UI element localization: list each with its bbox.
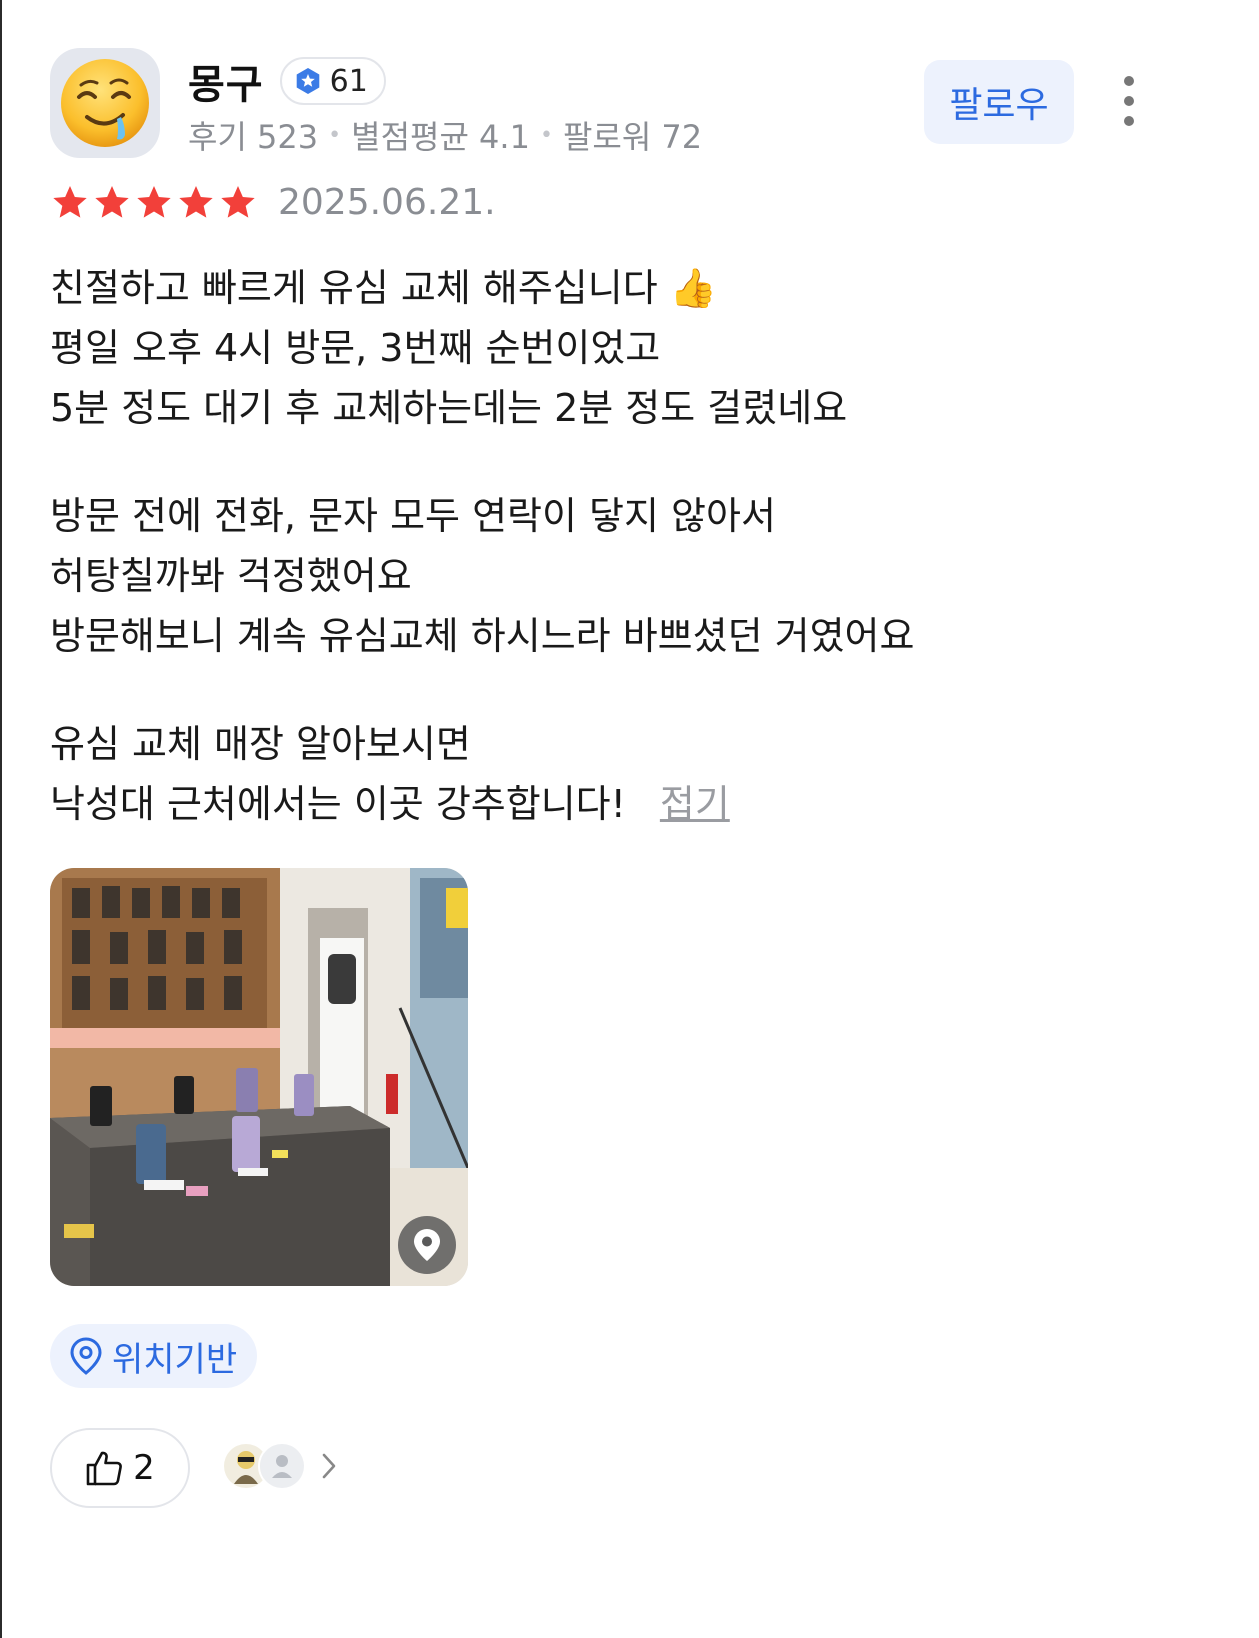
level-star-icon [296,68,319,94]
location-pin-icon [70,1337,102,1375]
review-text: 친절하고 빠르게 유심 교체 해주십니다 👍 평일 오후 4시 방문, 3번째 … [50,258,1170,882]
level-badge: 61 [279,57,386,105]
separator-dot: • [328,122,342,148]
review-paragraph: 방문 전에 전화, 문자 모두 연락이 닿지 않아서 허탕칠까봐 걱정했어요 방… [50,486,1170,666]
review-header: 몽구 61 후기 523 • 별점평균 4.1 • 팔로워 72 팔로우 [50,48,1210,158]
username[interactable]: 몽구 [188,52,264,110]
thumbs-up-icon [86,1451,123,1486]
review-line: 평일 오후 4시 방문, 3번째 순번이었고 [50,326,661,370]
rating-row: 2025.06.21. [50,182,496,223]
chevron-right-icon[interactable] [320,1451,338,1481]
user-stats: 후기 523 • 별점평균 4.1 • 팔로워 72 [188,112,702,158]
follow-button[interactable]: 팔로우 [924,60,1074,144]
drooling-face-emoji-icon [61,59,149,147]
review-line: 방문해보니 계속 유심교체 하시느라 바쁘셨던 거였어요 [50,614,915,658]
map-pin-button[interactable] [398,1216,456,1274]
star-icon [179,185,213,218]
review-line: 친절하고 빠르게 유심 교체 해주십니다 👍 [50,266,718,310]
star-icon [95,185,129,218]
star-icon [53,185,87,218]
review-line: 허탕칠까봐 걱정했어요 [50,554,412,598]
separator-dot: • [539,122,553,148]
review-paragraph: 친절하고 빠르게 유심 교체 해주십니다 👍 평일 오후 4시 방문, 3번째 … [50,258,1170,438]
liked-users[interactable] [222,1442,338,1490]
username-row: 몽구 61 [188,52,386,110]
avatar[interactable] [50,48,160,158]
store-interior-photo [50,868,468,1286]
level-number: 61 [329,63,368,99]
review-line: 유심 교체 매장 알아보시면 [50,722,471,766]
like-button[interactable]: 2 [50,1428,190,1508]
review-date: 2025.06.21. [278,182,496,223]
star-rating [50,183,260,223]
follower-count: 팔로워 72 [562,118,703,156]
collapse-link[interactable]: 접기 [660,782,730,826]
star-icon [221,185,255,218]
location-tag-chip[interactable]: 위치기반 [50,1324,258,1388]
review-photo[interactable] [50,868,468,1286]
liker-avatar [258,1442,306,1490]
more-options-icon[interactable] [1114,76,1144,126]
review-line-last: 낙성대 근처에서는 이곳 강추합니다! 접기 [50,774,1170,834]
star-icon [137,185,171,218]
default-user-icon [260,1444,304,1488]
review-count: 후기 523 [188,118,319,156]
review-paragraph: 유심 교체 매장 알아보시면 낙성대 근처에서는 이곳 강추합니다! 접기 [50,714,1170,834]
location-tag-label: 위치기반 [112,1339,238,1380]
review-line-text: 낙성대 근처에서는 이곳 강추합니다! [50,782,626,826]
review-line: 5분 정도 대기 후 교체하는데는 2분 정도 걸렸네요 [50,386,848,430]
review-line: 방문 전에 전화, 문자 모두 연락이 닿지 않아서 [50,494,776,538]
like-count: 2 [133,1448,155,1488]
map-pin-icon [414,1229,440,1261]
left-edge-border [0,0,2,1638]
average-rating: 별점평균 4.1 [351,118,530,156]
